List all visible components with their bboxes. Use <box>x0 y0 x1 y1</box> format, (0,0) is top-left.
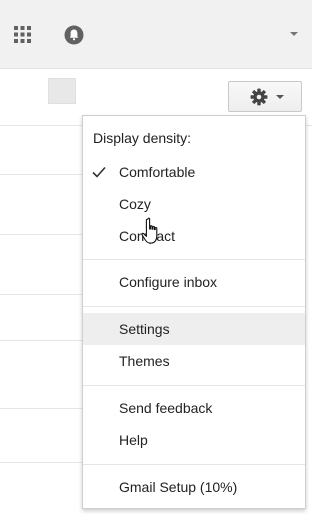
gmail-setup-item[interactable]: Gmail Setup (10%) <box>83 471 305 503</box>
display-density-label: Display density: <box>93 130 192 146</box>
list-divider <box>0 462 82 463</box>
list-divider <box>0 234 82 235</box>
density-cozy[interactable]: Cozy <box>83 188 305 220</box>
select-all-checkbox[interactable] <box>48 78 76 104</box>
apps-grid-icon[interactable] <box>14 26 31 43</box>
settings-button[interactable] <box>228 81 302 112</box>
top-bar <box>0 0 312 69</box>
help-item[interactable]: Help <box>83 424 305 456</box>
configure-inbox-item[interactable]: Configure inbox <box>83 266 305 298</box>
list-divider <box>0 340 82 341</box>
settings-item[interactable]: Settings <box>83 313 305 345</box>
menu-separator <box>83 385 305 386</box>
menu-separator <box>83 464 305 465</box>
menu-separator <box>83 259 305 260</box>
density-comfortable[interactable]: Comfortable <box>83 156 305 188</box>
message-list <box>0 126 82 514</box>
menu-separator <box>83 306 305 307</box>
density-comfortable-label: Comfortable <box>119 164 196 180</box>
chevron-down-icon <box>276 95 284 99</box>
settings-menu: Display density: Comfortable Cozy Compac… <box>82 115 306 509</box>
checkmark-icon <box>92 166 106 178</box>
chevron-down-icon[interactable] <box>289 31 299 37</box>
gear-icon <box>250 88 268 106</box>
send-feedback-item[interactable]: Send feedback <box>83 392 305 424</box>
themes-item[interactable]: Themes <box>83 345 305 377</box>
density-cozy-label: Cozy <box>119 196 151 212</box>
notifications-icon[interactable] <box>64 25 84 45</box>
list-divider <box>0 174 82 175</box>
density-compact[interactable]: Compact <box>83 220 305 252</box>
density-compact-label: Compact <box>119 228 176 244</box>
list-divider <box>0 294 82 295</box>
list-divider <box>0 408 82 409</box>
